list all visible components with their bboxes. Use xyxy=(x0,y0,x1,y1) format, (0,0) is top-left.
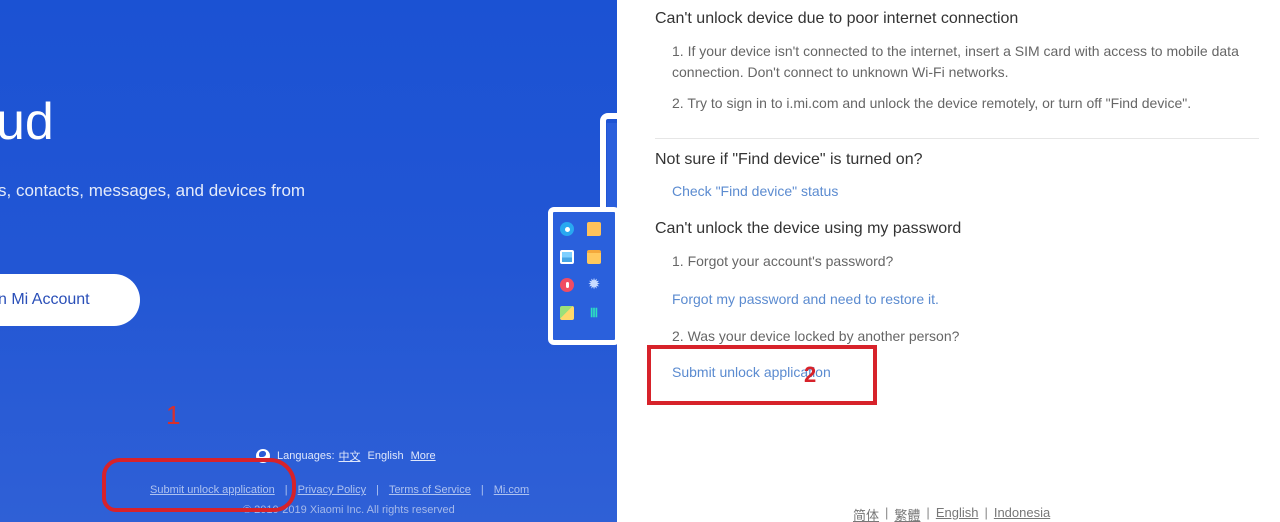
maps-icon xyxy=(560,306,574,320)
message-icon xyxy=(587,222,601,236)
separator: | xyxy=(926,505,930,520)
instruction-item: 2. Was your device locked by another per… xyxy=(672,328,960,344)
terms-of-service-link[interactable]: Terms of Service xyxy=(389,484,471,496)
instruction-item: 2. Try to sign in to i.mi.com and unlock… xyxy=(672,95,1192,111)
unlock-help-panel: Can't unlock device due to poor internet… xyxy=(617,0,1280,522)
check-find-device-status-link[interactable]: Check "Find device" status xyxy=(672,183,838,199)
language-chinese-link[interactable]: 中文 xyxy=(339,448,361,464)
annotation-label-2: 2 xyxy=(804,362,817,387)
instruction-item: 1. If your device isn't connected to the… xyxy=(672,43,1239,80)
section-heading-find-device: Not sure if "Find device" is turned on? xyxy=(655,151,923,168)
notes-icon xyxy=(587,250,601,264)
sign-in-mi-account-button[interactable]: n Mi Account xyxy=(0,274,140,326)
annotation-highlight-rect xyxy=(647,345,877,405)
hero-subtitle: s, contacts, messages, and devices from xyxy=(0,181,306,200)
language-traditional-chinese-link[interactable]: 繁體 xyxy=(894,505,920,522)
trash-icon: Ⅲ xyxy=(589,306,599,320)
separator: | xyxy=(376,484,379,496)
gallery-icon xyxy=(560,250,574,264)
language-indonesia-link[interactable]: Indonesia xyxy=(994,505,1050,522)
forgot-password-link[interactable]: Forgot my password and need to restore i… xyxy=(672,291,939,307)
separator: | xyxy=(984,505,988,520)
separator: | xyxy=(885,505,889,520)
recorder-icon xyxy=(560,278,574,292)
annotation-label-1: 1 xyxy=(166,400,181,430)
section-heading-poor-connection: Can't unlock device due to poor internet… xyxy=(655,10,1019,27)
language-english[interactable]: English xyxy=(368,450,404,462)
device-app-grid: ✹ Ⅲ xyxy=(560,222,614,320)
settings-icon: ✹ xyxy=(587,276,601,293)
bottom-language-links: 简体 | 繁體 | English | Indonesia xyxy=(853,505,1050,522)
mi-cloud-hero-panel: ud s, contacts, messages, and devices fr… xyxy=(0,0,617,522)
instruction-item: 1. Forgot your account's password? xyxy=(672,253,894,269)
privacy-policy-link[interactable]: Privacy Policy xyxy=(298,484,366,496)
separator: | xyxy=(480,484,484,496)
language-more-link[interactable]: More xyxy=(411,450,436,462)
annotation-highlight-oval xyxy=(102,458,296,512)
section-divider xyxy=(655,138,1259,139)
section-heading-password: Can't unlock the device using my passwor… xyxy=(655,220,962,237)
languages-label: Languages: xyxy=(277,450,335,462)
hero-title: ud xyxy=(0,93,54,151)
language-english-link[interactable]: English xyxy=(936,505,979,522)
mi-com-link[interactable]: Mi.com xyxy=(494,484,529,496)
page: ud s, contacts, messages, and devices fr… xyxy=(0,0,1280,522)
contacts-icon xyxy=(560,222,574,236)
language-simplified-chinese-link[interactable]: 简体 xyxy=(853,505,879,522)
